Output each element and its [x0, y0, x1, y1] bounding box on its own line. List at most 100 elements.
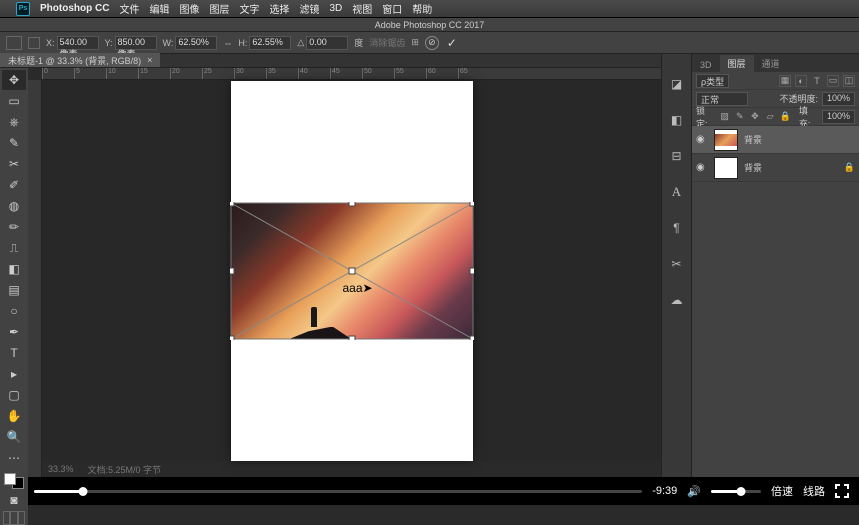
angle-input[interactable]: 0.00 — [306, 36, 348, 50]
shape-tool[interactable]: ▢ — [2, 385, 26, 405]
layers-panel: 3D 图层 通道 ρ类型 ▦ ◐ T ▭ ◫ 正常 不透明度: 100% 锁定:… — [691, 54, 859, 477]
volume-icon[interactable]: 🔊 — [687, 485, 701, 498]
fill-input[interactable]: 100% — [822, 110, 855, 124]
layer-thumbnail[interactable] — [714, 129, 738, 151]
menu-type[interactable]: 文字 — [239, 1, 259, 16]
edit-toolbar[interactable]: ⋯ — [2, 448, 26, 468]
layer-name[interactable]: 背景 — [744, 133, 762, 146]
tab-channels[interactable]: 通道 — [754, 55, 788, 72]
vertical-ruler[interactable] — [28, 80, 42, 477]
menu-file[interactable]: 文件 — [119, 1, 139, 16]
screenmode-tool[interactable] — [3, 511, 25, 525]
interpolation-label: 消除锯齿 — [369, 36, 405, 49]
doc-info[interactable]: 文档:5.25M/0 字节 — [88, 463, 162, 476]
marquee-tool[interactable]: ▭ — [2, 91, 26, 111]
volume-knob[interactable] — [737, 487, 746, 496]
hand-tool[interactable]: ✋ — [2, 406, 26, 426]
cancel-transform-button[interactable]: ⊘ — [425, 36, 439, 50]
fullscreen-button[interactable] — [835, 484, 849, 498]
character-panel-icon[interactable]: A — [667, 182, 687, 202]
fg-color-swatch[interactable] — [4, 473, 16, 485]
anti-alias-icon[interactable]: ⊞ — [411, 37, 419, 48]
y-input[interactable]: 850.00 像素 — [115, 36, 157, 50]
filter-smart-icon[interactable]: ◫ — [843, 75, 855, 87]
lock-artboard-icon[interactable]: ▱ — [765, 111, 776, 123]
move-tool[interactable]: ✥ — [2, 70, 26, 90]
eyedropper-tool[interactable]: ✐ — [2, 175, 26, 195]
stamp-tool[interactable]: ⎍ — [2, 238, 26, 258]
filter-type-icon[interactable]: T — [811, 75, 823, 87]
layer-filter-row: ρ类型 ▦ ◐ T ▭ ◫ — [692, 72, 859, 90]
brush-tool[interactable]: ✏ — [2, 217, 26, 237]
properties-panel-icon[interactable]: ⊟ — [667, 146, 687, 166]
horizontal-ruler[interactable]: 05101520253035404550556065 — [42, 68, 661, 80]
menu-window[interactable]: 窗口 — [382, 1, 402, 16]
menu-app[interactable]: Photoshop CC — [40, 3, 109, 14]
lock-icon[interactable]: 🔒 — [844, 162, 855, 173]
dodge-tool[interactable]: ○ — [2, 301, 26, 321]
document-tab[interactable]: 未标题-1 @ 33.3% (背景, RGB/8) × — [0, 53, 160, 67]
quickmask-tool[interactable]: ◙ — [2, 490, 26, 510]
menu-filter[interactable]: 滤镜 — [299, 1, 319, 16]
path-select-tool[interactable]: ▸ — [2, 364, 26, 384]
artboard[interactable]: aaa➤ — [231, 81, 473, 461]
eraser-tool[interactable]: ◧ — [2, 259, 26, 279]
menu-select[interactable]: 选择 — [269, 1, 289, 16]
layer-thumbnail[interactable] — [714, 157, 738, 179]
speed-button[interactable]: 倍速 — [771, 483, 793, 499]
menu-view[interactable]: 视图 — [352, 1, 372, 16]
w-label: W: — [163, 38, 174, 48]
visibility-toggle-icon[interactable]: ◉ — [696, 162, 708, 173]
filter-kind-select[interactable]: ρ类型 — [696, 74, 729, 88]
paragraph-panel-icon[interactable]: ¶ — [667, 218, 687, 238]
route-button[interactable]: 线路 — [803, 483, 825, 499]
tab-3d[interactable]: 3D — [692, 58, 720, 72]
actions-panel-icon[interactable]: ✂ — [667, 254, 687, 274]
layer-item[interactable]: ◉ 背景 🔒 — [692, 154, 859, 182]
zoom-tool[interactable]: 🔍 — [2, 427, 26, 447]
crop-tool[interactable]: ✂ — [2, 154, 26, 174]
filter-adjust-icon[interactable]: ◐ — [795, 75, 807, 87]
canvas-area[interactable]: aaa➤ — [42, 80, 661, 461]
commit-transform-button[interactable]: ✓ — [445, 36, 459, 50]
visibility-toggle-icon[interactable]: ◉ — [696, 134, 708, 145]
color-swatches[interactable] — [4, 473, 24, 489]
close-document-icon[interactable]: × — [147, 55, 152, 65]
menu-edit[interactable]: 编辑 — [149, 1, 169, 16]
h-input[interactable]: 62.55% — [249, 36, 291, 50]
lock-position-icon[interactable]: ✥ — [749, 111, 760, 123]
opacity-input[interactable]: 100% — [822, 92, 855, 106]
layer-name[interactable]: 背景 — [744, 161, 762, 174]
history-panel-icon[interactable]: ◪ — [667, 74, 687, 94]
menu-image[interactable]: 图像 — [179, 1, 199, 16]
filter-shape-icon[interactable]: ▭ — [827, 75, 839, 87]
type-tool[interactable]: T — [2, 343, 26, 363]
lock-pixels-icon[interactable]: ✎ — [734, 111, 745, 123]
menu-layer[interactable]: 图层 — [209, 1, 229, 16]
tab-layers[interactable]: 图层 — [720, 55, 754, 72]
reference-point-icon[interactable] — [28, 37, 40, 49]
filter-pixel-icon[interactable]: ▦ — [779, 75, 791, 87]
menu-3d[interactable]: 3D — [329, 3, 342, 14]
healing-tool[interactable]: ◍ — [2, 196, 26, 216]
lock-transparency-icon[interactable]: ▨ — [719, 111, 730, 123]
transform-preset-icon[interactable] — [6, 36, 22, 50]
link-wh-icon[interactable]: ⇔ — [223, 38, 232, 48]
layer-item[interactable]: ◉ 背景 — [692, 126, 859, 154]
placed-image[interactable] — [231, 203, 473, 339]
lock-all-icon[interactable]: 🔒 — [780, 111, 791, 123]
zoom-level[interactable]: 33.3% — [48, 464, 74, 474]
w-input[interactable]: 62.50% — [175, 36, 217, 50]
window-title: Adobe Photoshop CC 2017 — [375, 20, 485, 30]
color-panel-icon[interactable]: ◧ — [667, 110, 687, 130]
volume-slider[interactable] — [711, 490, 761, 493]
gradient-tool[interactable]: ▤ — [2, 280, 26, 300]
progress-knob[interactable] — [78, 487, 87, 496]
lasso-tool[interactable]: ⎈ — [2, 112, 26, 132]
pen-tool[interactable]: ✒ — [2, 322, 26, 342]
x-input[interactable]: 540.00 像素 — [57, 36, 99, 50]
libraries-panel-icon[interactable]: ☁ — [667, 290, 687, 310]
menu-help[interactable]: 帮助 — [412, 1, 432, 16]
progress-bar[interactable] — [34, 490, 642, 493]
quick-select-tool[interactable]: ✎ — [2, 133, 26, 153]
